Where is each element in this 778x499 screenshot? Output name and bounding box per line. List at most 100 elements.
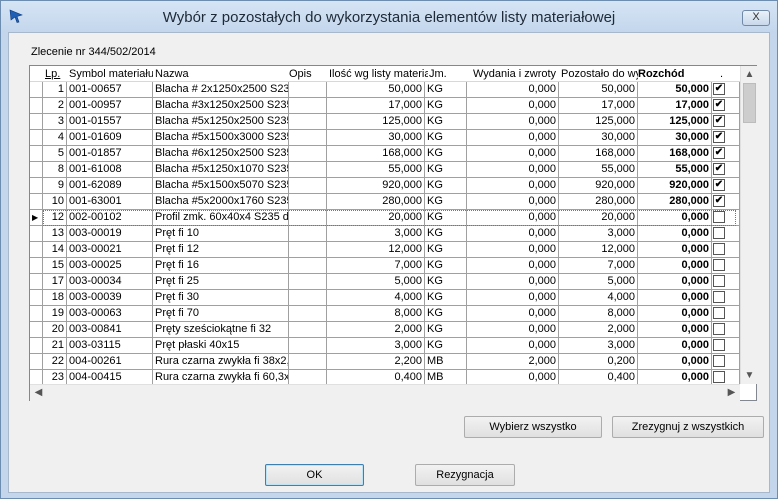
row-indicator[interactable]	[30, 114, 43, 129]
row-checkbox[interactable]: ✔	[713, 147, 725, 159]
row-checkbox[interactable]	[713, 291, 725, 303]
select-all-button[interactable]: Wybierz wszystko	[464, 416, 602, 438]
row-indicator[interactable]	[30, 306, 43, 321]
column-header-check[interactable]: .	[718, 66, 732, 82]
row-checkbox[interactable]	[713, 259, 725, 271]
row-checkbox[interactable]: ✔	[713, 131, 725, 143]
row-checkbox[interactable]: ✔	[713, 115, 725, 127]
table-row[interactable]: 8 001-61008 Blacha #5x1250x1070 S235 55,000…	[30, 162, 740, 178]
table-row[interactable]: 3 001-01557 Blacha #5x1250x2500 S235 125,00…	[30, 114, 740, 130]
row-indicator[interactable]	[30, 338, 43, 353]
cell-usage[interactable]: 50,000	[638, 82, 712, 97]
cell-usage[interactable]: 0,000	[638, 322, 712, 337]
row-checkbox[interactable]: ✔	[713, 83, 725, 95]
cell-usage[interactable]: 0,000	[638, 306, 712, 321]
column-header-qty[interactable]: Ilość wg listy materiałowej	[327, 66, 428, 82]
row-indicator[interactable]: ▶	[30, 210, 43, 225]
row-checkbox[interactable]	[713, 355, 725, 367]
table-row[interactable]: 9 001-62089 Blacha #5x1500x5070 S235 920,00…	[30, 178, 740, 194]
table-row[interactable]: 13 003-00019 Pręt fi 10 3,000 KG 0,000 3,000 0,…	[30, 226, 740, 242]
row-checkbox[interactable]	[713, 275, 725, 287]
scrollbar-thumb[interactable]	[743, 83, 756, 123]
cell-usage[interactable]: 0,000	[638, 258, 712, 273]
row-indicator[interactable]	[30, 178, 43, 193]
table-row[interactable]: 14 003-00021 Pręt fi 12 12,000 KG 0,000 12,000…	[30, 242, 740, 258]
row-indicator[interactable]	[30, 242, 43, 257]
row-indicator[interactable]	[30, 82, 43, 97]
row-indicator[interactable]	[30, 130, 43, 145]
row-checkbox[interactable]	[713, 307, 725, 319]
close-button[interactable]: X	[742, 10, 770, 26]
table-row[interactable]: 10 001-63001 Blacha #5x2000x1760 S235 280,0…	[30, 194, 740, 210]
cell-usage[interactable]: 0,000	[638, 274, 712, 289]
cell-opis	[289, 178, 327, 193]
table-row[interactable]: 5 001-01857 Blacha #6x1250x2500 S235 168,00…	[30, 146, 740, 162]
row-indicator[interactable]	[30, 370, 43, 385]
row-indicator[interactable]	[30, 146, 43, 161]
table-row[interactable]: 1 001-00657 Blacha # 2x1250x2500 S235 50,00…	[30, 82, 740, 98]
cell-usage[interactable]: 0,000	[638, 370, 712, 385]
row-checkbox[interactable]	[713, 339, 725, 351]
column-header-symbol[interactable]: Symbol materiału	[67, 66, 153, 82]
table-row[interactable]: 22 004-00261 Rura czarna zwykła fi 38x2, 2,…	[30, 354, 740, 370]
row-indicator[interactable]	[30, 290, 43, 305]
row-checkbox[interactable]	[713, 323, 725, 335]
row-indicator[interactable]	[30, 162, 43, 177]
cell-usage[interactable]: 55,000	[638, 162, 712, 177]
table-row[interactable]: 17 003-00034 Pręt fi 25 5,000 KG 0,000 5,000 0,…	[30, 274, 740, 290]
cell-usage[interactable]: 125,000	[638, 114, 712, 129]
row-indicator[interactable]	[30, 354, 43, 369]
deselect-all-button[interactable]: Zrezygnuj z wszystkich	[612, 416, 764, 438]
row-checkbox[interactable]: ✔	[713, 99, 725, 111]
cell-usage[interactable]: 0,000	[638, 290, 712, 305]
table-row[interactable]: 18 003-00039 Pręt fi 30 4,000 KG 0,000 4,000 0,…	[30, 290, 740, 306]
row-checkbox[interactable]: ✔	[713, 163, 725, 175]
row-indicator[interactable]	[30, 274, 43, 289]
row-checkbox[interactable]	[713, 227, 725, 239]
scroll-left-icon[interactable]: ◀	[30, 385, 47, 402]
cell-qty: 920,000	[327, 178, 425, 193]
row-indicator[interactable]	[30, 226, 43, 241]
vertical-scrollbar[interactable]: ▲ ▼	[740, 66, 757, 384]
cell-usage[interactable]: 0,000	[638, 226, 712, 241]
ok-button[interactable]: OK	[265, 464, 364, 486]
column-header-lp[interactable]: Lp.	[43, 66, 67, 82]
column-header-issued[interactable]: Wydania i zwroty	[471, 66, 561, 82]
cell-usage[interactable]: 0,000	[638, 354, 712, 369]
horizontal-scrollbar[interactable]: ◀ ▶	[30, 384, 740, 401]
cancel-button[interactable]: Rezygnacja	[415, 464, 515, 486]
cell-usage[interactable]: 280,000	[638, 194, 712, 209]
column-header-name[interactable]: Nazwa	[153, 66, 287, 82]
column-header-remaining[interactable]: Pozostało do wykorzystania	[559, 66, 638, 82]
table-row[interactable]: 20 003-00841 Pręty sześciokątne fi 32 2,000…	[30, 322, 740, 338]
window-title: Wybór z pozostałych do wykorzystania ele…	[162, 9, 616, 26]
row-indicator[interactable]	[30, 98, 43, 113]
cell-usage[interactable]: 0,000	[638, 338, 712, 353]
row-indicator[interactable]	[30, 258, 43, 273]
table-row[interactable]: 21 003-03115 Pręt płaski 40x15 3,000 KG 0,000…	[30, 338, 740, 354]
cell-usage[interactable]: 168,000	[638, 146, 712, 161]
row-checkbox[interactable]: ✔	[713, 195, 725, 207]
column-header-usage[interactable]: Rozchód	[636, 66, 711, 82]
row-checkbox[interactable]	[713, 371, 725, 383]
scroll-down-icon[interactable]: ▼	[741, 367, 758, 384]
table-row[interactable]: 2 001-00957 Blacha #3x1250x2500 S235 17,000…	[30, 98, 740, 114]
table-row[interactable]: 4 001-01609 Blacha #5x1500x3000 S235 30,000…	[30, 130, 740, 146]
cell-usage[interactable]: 0,000	[638, 242, 712, 257]
table-row[interactable]: ▶ 12 002-00102 Profil zmk. 60x40x4 S235 do 2…	[30, 210, 740, 226]
cell-usage[interactable]: 17,000	[638, 98, 712, 113]
row-checkbox[interactable]: ✔	[713, 179, 725, 191]
table-row[interactable]: 15 003-00025 Pręt fi 16 7,000 KG 0,000 7,000 0,…	[30, 258, 740, 274]
cell-usage[interactable]: 920,000	[638, 178, 712, 193]
column-header-opis[interactable]: Opis	[287, 66, 325, 82]
row-indicator[interactable]	[30, 194, 43, 209]
column-header-unit[interactable]: Jm.	[427, 66, 467, 82]
cell-name: Rura czarna zwykła fi 60,3x	[155, 370, 289, 385]
scroll-up-icon[interactable]: ▲	[741, 66, 758, 83]
scroll-right-icon[interactable]: ▶	[723, 385, 740, 402]
table-row[interactable]: 19 003-00063 Pręt fi 70 8,000 KG 0,000 8,000 0,…	[30, 306, 740, 322]
row-checkbox[interactable]	[713, 243, 725, 255]
cell-issued: 0,000	[467, 82, 559, 97]
row-indicator[interactable]	[30, 322, 43, 337]
cell-usage[interactable]: 30,000	[638, 130, 712, 145]
